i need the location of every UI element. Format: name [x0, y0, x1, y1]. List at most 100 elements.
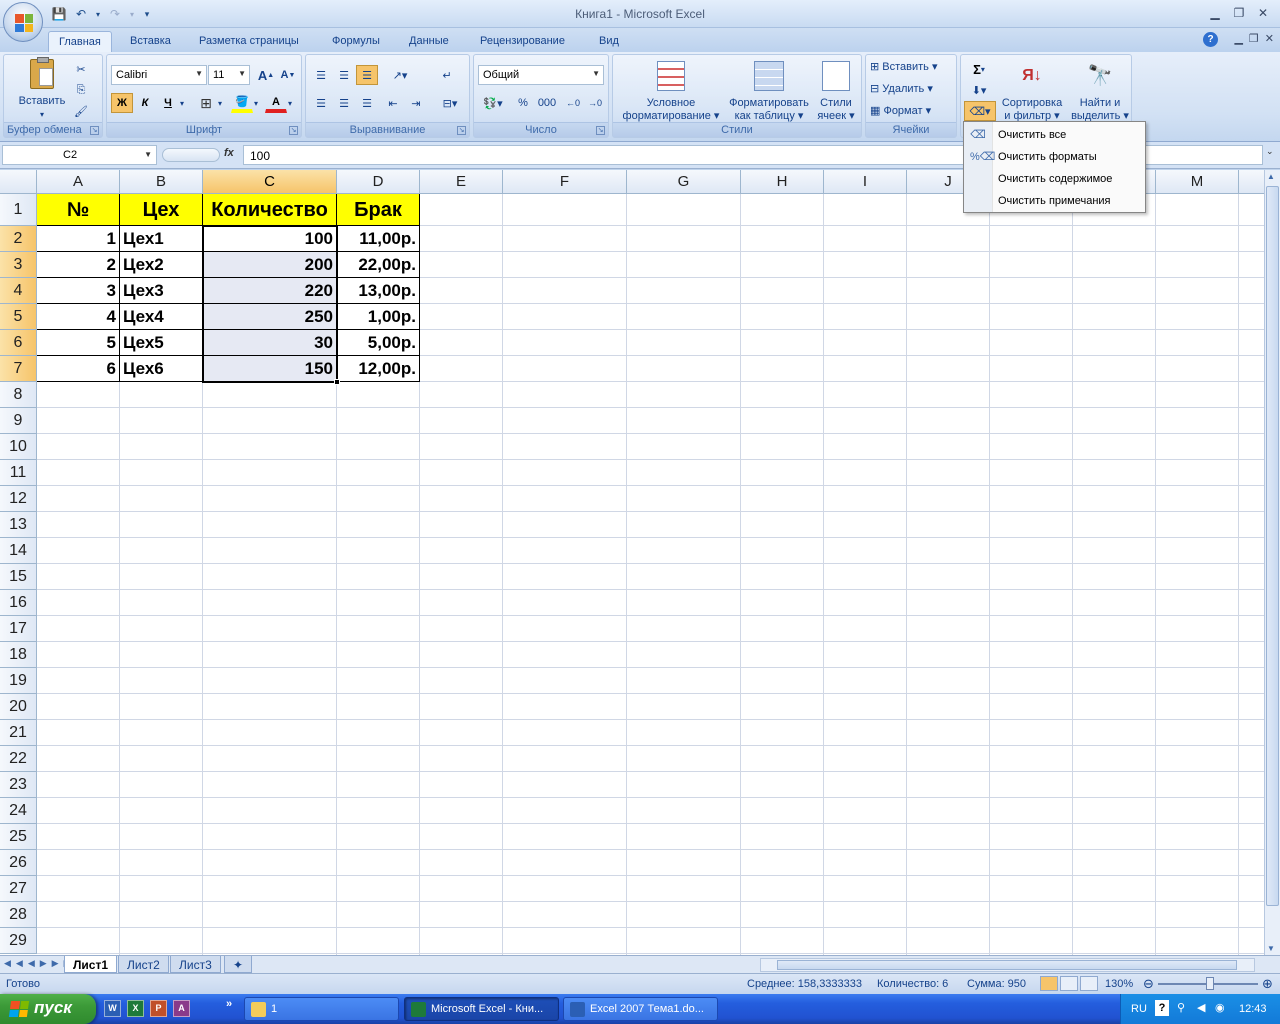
- cell-b4[interactable]: Цех3: [120, 278, 203, 304]
- chevron-down-icon[interactable]: ▼: [144, 150, 152, 159]
- cell-a2[interactable]: 1: [37, 226, 120, 252]
- align-top-icon[interactable]: ☰: [310, 65, 332, 85]
- column-header-a[interactable]: A: [37, 170, 120, 194]
- page-layout-view-icon[interactable]: [1060, 976, 1078, 991]
- copy-icon[interactable]: ⎘: [70, 80, 92, 100]
- column-header-f[interactable]: F: [503, 170, 627, 194]
- cell-d6[interactable]: 5,00р.: [337, 330, 420, 356]
- tab-view[interactable]: Вид: [589, 31, 629, 52]
- office-button[interactable]: [3, 2, 43, 42]
- row-header[interactable]: 11: [0, 460, 37, 486]
- tab-insert[interactable]: Вставка: [120, 31, 181, 52]
- row-header[interactable]: 21: [0, 720, 37, 746]
- name-box[interactable]: C2 ▼: [2, 145, 157, 165]
- tab-page-layout[interactable]: Разметка страницы: [189, 31, 309, 52]
- font-color-icon[interactable]: A: [265, 93, 287, 113]
- format-cells-button[interactable]: ▦ Формат ▾: [870, 105, 931, 118]
- align-middle-icon[interactable]: ☰: [333, 65, 355, 85]
- column-header-c[interactable]: C: [203, 170, 337, 194]
- insert-cells-button[interactable]: ⊞ Вставить ▾: [870, 61, 938, 74]
- find-select-button[interactable]: 🔭 Найти и выделить ▾: [1071, 59, 1129, 123]
- tab-data[interactable]: Данные: [399, 31, 459, 52]
- cell-d3[interactable]: 22,00р.: [337, 252, 420, 278]
- borders-icon[interactable]: ⊞: [195, 93, 217, 113]
- tab-home[interactable]: Главная: [48, 31, 112, 52]
- column-header-g[interactable]: G: [627, 170, 741, 194]
- increase-decimal-icon[interactable]: ←0: [562, 93, 584, 113]
- doc-close-icon[interactable]: ✕: [1265, 32, 1274, 45]
- row-header[interactable]: 12: [0, 486, 37, 512]
- cell-d2[interactable]: 11,00р.: [337, 226, 420, 252]
- row-header[interactable]: 7: [0, 356, 37, 382]
- wrap-text-icon[interactable]: ↵: [436, 65, 458, 85]
- decrease-decimal-icon[interactable]: →0: [584, 93, 606, 113]
- access-launch-icon[interactable]: A: [173, 1000, 190, 1017]
- row-header[interactable]: 17: [0, 616, 37, 642]
- tray-expand-icon[interactable]: ◀: [1197, 1001, 1205, 1014]
- row-header[interactable]: 26: [0, 850, 37, 876]
- expand-formula-icon[interactable]: ⌄: [1266, 146, 1278, 164]
- select-all-button[interactable]: [0, 170, 37, 194]
- row-header[interactable]: 8: [0, 382, 37, 408]
- menu-item-clear-comments[interactable]: Очистить примечания: [964, 190, 1145, 212]
- close-icon[interactable]: ✕: [1252, 4, 1274, 22]
- normal-view-icon[interactable]: [1040, 976, 1058, 991]
- scroll-up-icon[interactable]: ▲: [1267, 172, 1275, 181]
- font-launcher-icon[interactable]: ↘: [289, 126, 298, 135]
- column-header-m[interactable]: M: [1156, 170, 1239, 194]
- align-right-icon[interactable]: ☰: [356, 93, 378, 113]
- font-size-combo[interactable]: 11 ▼: [208, 65, 250, 85]
- number-launcher-icon[interactable]: ↘: [596, 126, 605, 135]
- row-header[interactable]: 23: [0, 772, 37, 798]
- tab-review[interactable]: Рецензирование: [470, 31, 575, 52]
- paste-button[interactable]: Вставить ▾: [12, 57, 72, 121]
- row-header[interactable]: 29: [0, 928, 37, 954]
- fill-dropdown-icon[interactable]: ▾: [251, 93, 261, 113]
- insert-function-icon[interactable]: fx: [224, 147, 234, 159]
- font-name-combo[interactable]: Calibri ▼: [111, 65, 207, 85]
- sheet-tab-1[interactable]: Лист1: [64, 956, 118, 973]
- cell-b6[interactable]: Цех5: [120, 330, 203, 356]
- formula-bar-splitter[interactable]: [162, 148, 220, 162]
- row-header[interactable]: 28: [0, 902, 37, 928]
- fill-icon[interactable]: ⬇▾: [964, 80, 994, 100]
- fill-handle[interactable]: [334, 379, 340, 385]
- italic-button[interactable]: К: [134, 93, 156, 113]
- page-break-view-icon[interactable]: [1080, 976, 1098, 991]
- clipboard-launcher-icon[interactable]: ↘: [90, 126, 99, 135]
- volume-icon[interactable]: ◉: [1215, 1001, 1225, 1014]
- row-header[interactable]: 15: [0, 564, 37, 590]
- menu-item-clear-contents[interactable]: Очистить содержимое: [964, 168, 1145, 190]
- align-left-icon[interactable]: ☰: [310, 93, 332, 113]
- borders-dropdown-icon[interactable]: ▾: [215, 93, 225, 113]
- cell-b3[interactable]: Цех2: [120, 252, 203, 278]
- row-header[interactable]: 6: [0, 330, 37, 356]
- restore-icon[interactable]: ❐: [1228, 4, 1250, 22]
- row-header[interactable]: 22: [0, 746, 37, 772]
- cell-b1[interactable]: Цех: [120, 194, 203, 226]
- horizontal-scroll-thumb[interactable]: [777, 960, 1237, 970]
- decrease-indent-icon[interactable]: ⇤: [382, 93, 404, 113]
- column-header-i[interactable]: I: [824, 170, 907, 194]
- language-indicator[interactable]: RU: [1131, 1003, 1147, 1015]
- taskbar-word[interactable]: Excel 2007 Тема1.do...: [563, 997, 718, 1021]
- taskbar-folder[interactable]: 1: [244, 997, 399, 1021]
- align-bottom-icon[interactable]: ☰: [356, 65, 378, 85]
- format-as-table-button[interactable]: Форматировать как таблицу ▾: [725, 59, 813, 123]
- merge-center-icon[interactable]: ⊟▾: [436, 93, 464, 113]
- row-header[interactable]: 1: [0, 194, 37, 226]
- alignment-launcher-icon[interactable]: ↘: [457, 126, 466, 135]
- column-header-n[interactable]: [1239, 170, 1264, 194]
- taskbar-excel[interactable]: Microsoft Excel - Кни...: [404, 997, 559, 1021]
- row-header[interactable]: 3: [0, 252, 37, 278]
- horizontal-scrollbar[interactable]: [760, 958, 1255, 972]
- thousands-button[interactable]: 000: [534, 93, 560, 113]
- menu-item-clear-all[interactable]: ⌫ Очистить все: [964, 124, 1145, 146]
- underline-button[interactable]: Ч: [157, 93, 179, 113]
- row-header[interactable]: 16: [0, 590, 37, 616]
- cell-d4[interactable]: 13,00р.: [337, 278, 420, 304]
- row-header[interactable]: 9: [0, 408, 37, 434]
- row-header[interactable]: 5: [0, 304, 37, 330]
- row-header[interactable]: 4: [0, 278, 37, 304]
- help-icon[interactable]: ?: [1203, 32, 1218, 47]
